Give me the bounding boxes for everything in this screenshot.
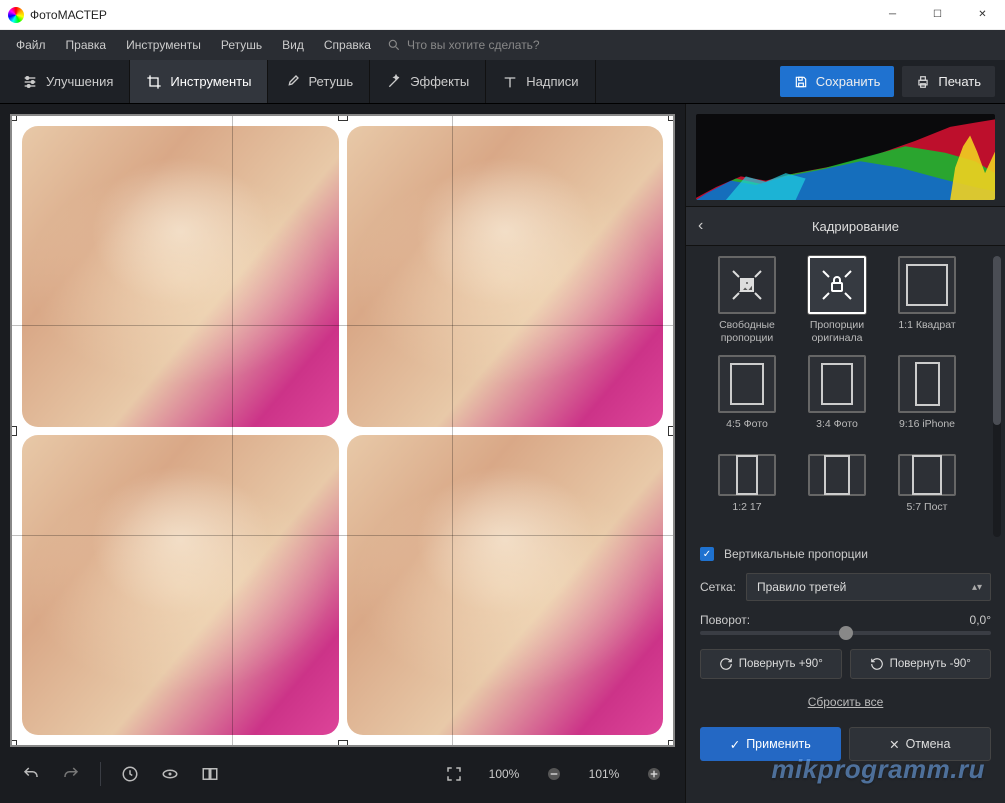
vertical-checkbox[interactable]: ✓: [700, 547, 714, 561]
crop-presets: Свободные пропорции Пропорции оригинала …: [686, 246, 1005, 541]
menu-view[interactable]: Вид: [272, 32, 314, 58]
panel-header: ‹ Кадрирование: [686, 206, 1005, 246]
grid-dropdown[interactable]: Правило третей ▴▾: [746, 573, 991, 601]
apply-button[interactable]: ✓ Применить: [700, 727, 841, 761]
history-button[interactable]: [115, 759, 145, 789]
rotate-slider-row: Поворот: 0,0°: [686, 607, 1005, 641]
check-icon: ✓: [730, 737, 740, 752]
reset-link[interactable]: Сбросить все: [686, 687, 1005, 719]
vertical-proportions-row: ✓ Вертикальные пропорции: [686, 541, 1005, 567]
rotate-cw-icon: [719, 657, 733, 671]
right-panel: ‹ Кадрирование Свободные пропорции Пропо…: [685, 104, 1005, 803]
window-minimize-button[interactable]: ─: [870, 0, 915, 30]
sliders-icon: [22, 74, 38, 90]
menu-retouch[interactable]: Ретушь: [211, 32, 272, 58]
crop-handle-tr[interactable]: [668, 114, 675, 121]
rotate-cw-button[interactable]: Повернуть +90°: [700, 649, 842, 679]
panel-back-button[interactable]: ‹: [698, 217, 718, 235]
preset-original[interactable]: Пропорции оригинала: [792, 256, 882, 349]
app-logo-icon: [8, 7, 24, 23]
dropdown-arrow-icon: ▴▾: [972, 582, 982, 593]
crop-handle-br[interactable]: [668, 740, 675, 747]
tool-tabs: Улучшения Инструменты Ретушь Эффекты Над…: [0, 60, 1005, 104]
print-icon: [916, 75, 930, 89]
zoom-out-button[interactable]: [539, 759, 569, 789]
rotate-label: Поворот:: [700, 613, 750, 627]
grid-row: Сетка: Правило третей ▴▾: [686, 567, 1005, 607]
photo-collage: [22, 126, 663, 735]
tab-tools[interactable]: Инструменты: [130, 60, 268, 103]
preset-4-5[interactable]: 4:5 Фото: [702, 355, 792, 448]
photo-4: [347, 435, 664, 736]
menu-tools[interactable]: Инструменты: [116, 32, 211, 58]
save-button[interactable]: Сохранить: [780, 66, 895, 97]
brush-icon: [284, 74, 300, 90]
preset-free[interactable]: Свободные пропорции: [702, 256, 792, 349]
save-icon: [794, 75, 808, 89]
wand-icon: [386, 74, 402, 90]
rotate-value: 0,0°: [970, 613, 991, 627]
photo-2: [347, 126, 664, 427]
crop-handle-bm[interactable]: [338, 740, 348, 747]
rotate-ccw-button[interactable]: Повернуть -90°: [850, 649, 992, 679]
menu-file[interactable]: Файл: [6, 32, 56, 58]
fit-screen-button[interactable]: [439, 759, 469, 789]
vertical-label: Вертикальные пропорции: [724, 547, 868, 561]
tab-text[interactable]: Надписи: [486, 60, 595, 103]
menu-help[interactable]: Справка: [314, 32, 381, 58]
tab-effects[interactable]: Эффекты: [370, 60, 486, 103]
histogram: [696, 114, 995, 200]
preset-square[interactable]: 1:1 Квадрат: [882, 256, 972, 349]
preset-1-2[interactable]: 1:2 17: [702, 454, 792, 531]
presets-scrollbar[interactable]: [993, 256, 1001, 537]
menu-edit[interactable]: Правка: [56, 32, 117, 58]
crop-handle-bl[interactable]: [10, 740, 17, 747]
x-icon: ✕: [889, 737, 899, 752]
crop-handle-tl[interactable]: [10, 114, 17, 121]
photo-3: [22, 435, 339, 736]
rotate-slider-knob[interactable]: [839, 626, 853, 640]
zoom-fit-value: 100%: [479, 767, 529, 781]
compare-button[interactable]: [195, 759, 225, 789]
menu-search[interactable]: Что вы хотите сделать?: [387, 38, 540, 52]
redo-button[interactable]: [56, 759, 86, 789]
rotate-slider[interactable]: [700, 631, 991, 635]
zoom-in-button[interactable]: [639, 759, 669, 789]
photo-1: [22, 126, 339, 427]
preview-button[interactable]: [155, 759, 185, 789]
text-icon: [502, 74, 518, 90]
print-button[interactable]: Печать: [902, 66, 995, 97]
scrollbar-thumb[interactable]: [993, 256, 1001, 425]
crop-icon: [146, 74, 162, 90]
window-close-button[interactable]: ✕: [960, 0, 1005, 30]
menu-bar: Файл Правка Инструменты Ретушь Вид Справ…: [0, 30, 1005, 60]
search-icon: [387, 38, 401, 52]
crop-handle-ml[interactable]: [10, 426, 17, 436]
preset-9-16[interactable]: 9:16 iPhone: [882, 355, 972, 448]
canvas-area: 100% 101%: [0, 104, 685, 803]
preset-mid[interactable]: [792, 454, 882, 531]
preset-3-4[interactable]: 3:4 Фото: [792, 355, 882, 448]
canvas-footer: 100% 101%: [10, 755, 675, 793]
tab-retouch[interactable]: Ретушь: [268, 60, 370, 103]
cancel-button[interactable]: ✕ Отмена: [849, 727, 992, 761]
window-maximize-button[interactable]: ☐: [915, 0, 960, 30]
panel-title: Кадрирование: [718, 219, 993, 234]
search-placeholder: Что вы хотите сделать?: [407, 38, 540, 52]
rotate-ccw-icon: [870, 657, 884, 671]
crop-handle-mr[interactable]: [668, 426, 675, 436]
window-titlebar: ФотоМАСТЕР ─ ☐ ✕: [0, 0, 1005, 30]
preset-5-7[interactable]: 5:7 Пост: [882, 454, 972, 531]
image-canvas[interactable]: [10, 114, 675, 747]
window-title: ФотоМАСТЕР: [30, 8, 870, 22]
zoom-value: 101%: [579, 767, 629, 781]
tab-enhance[interactable]: Улучшения: [6, 60, 130, 103]
grid-label: Сетка:: [700, 580, 736, 594]
crop-handle-tm[interactable]: [338, 114, 348, 121]
undo-button[interactable]: [16, 759, 46, 789]
